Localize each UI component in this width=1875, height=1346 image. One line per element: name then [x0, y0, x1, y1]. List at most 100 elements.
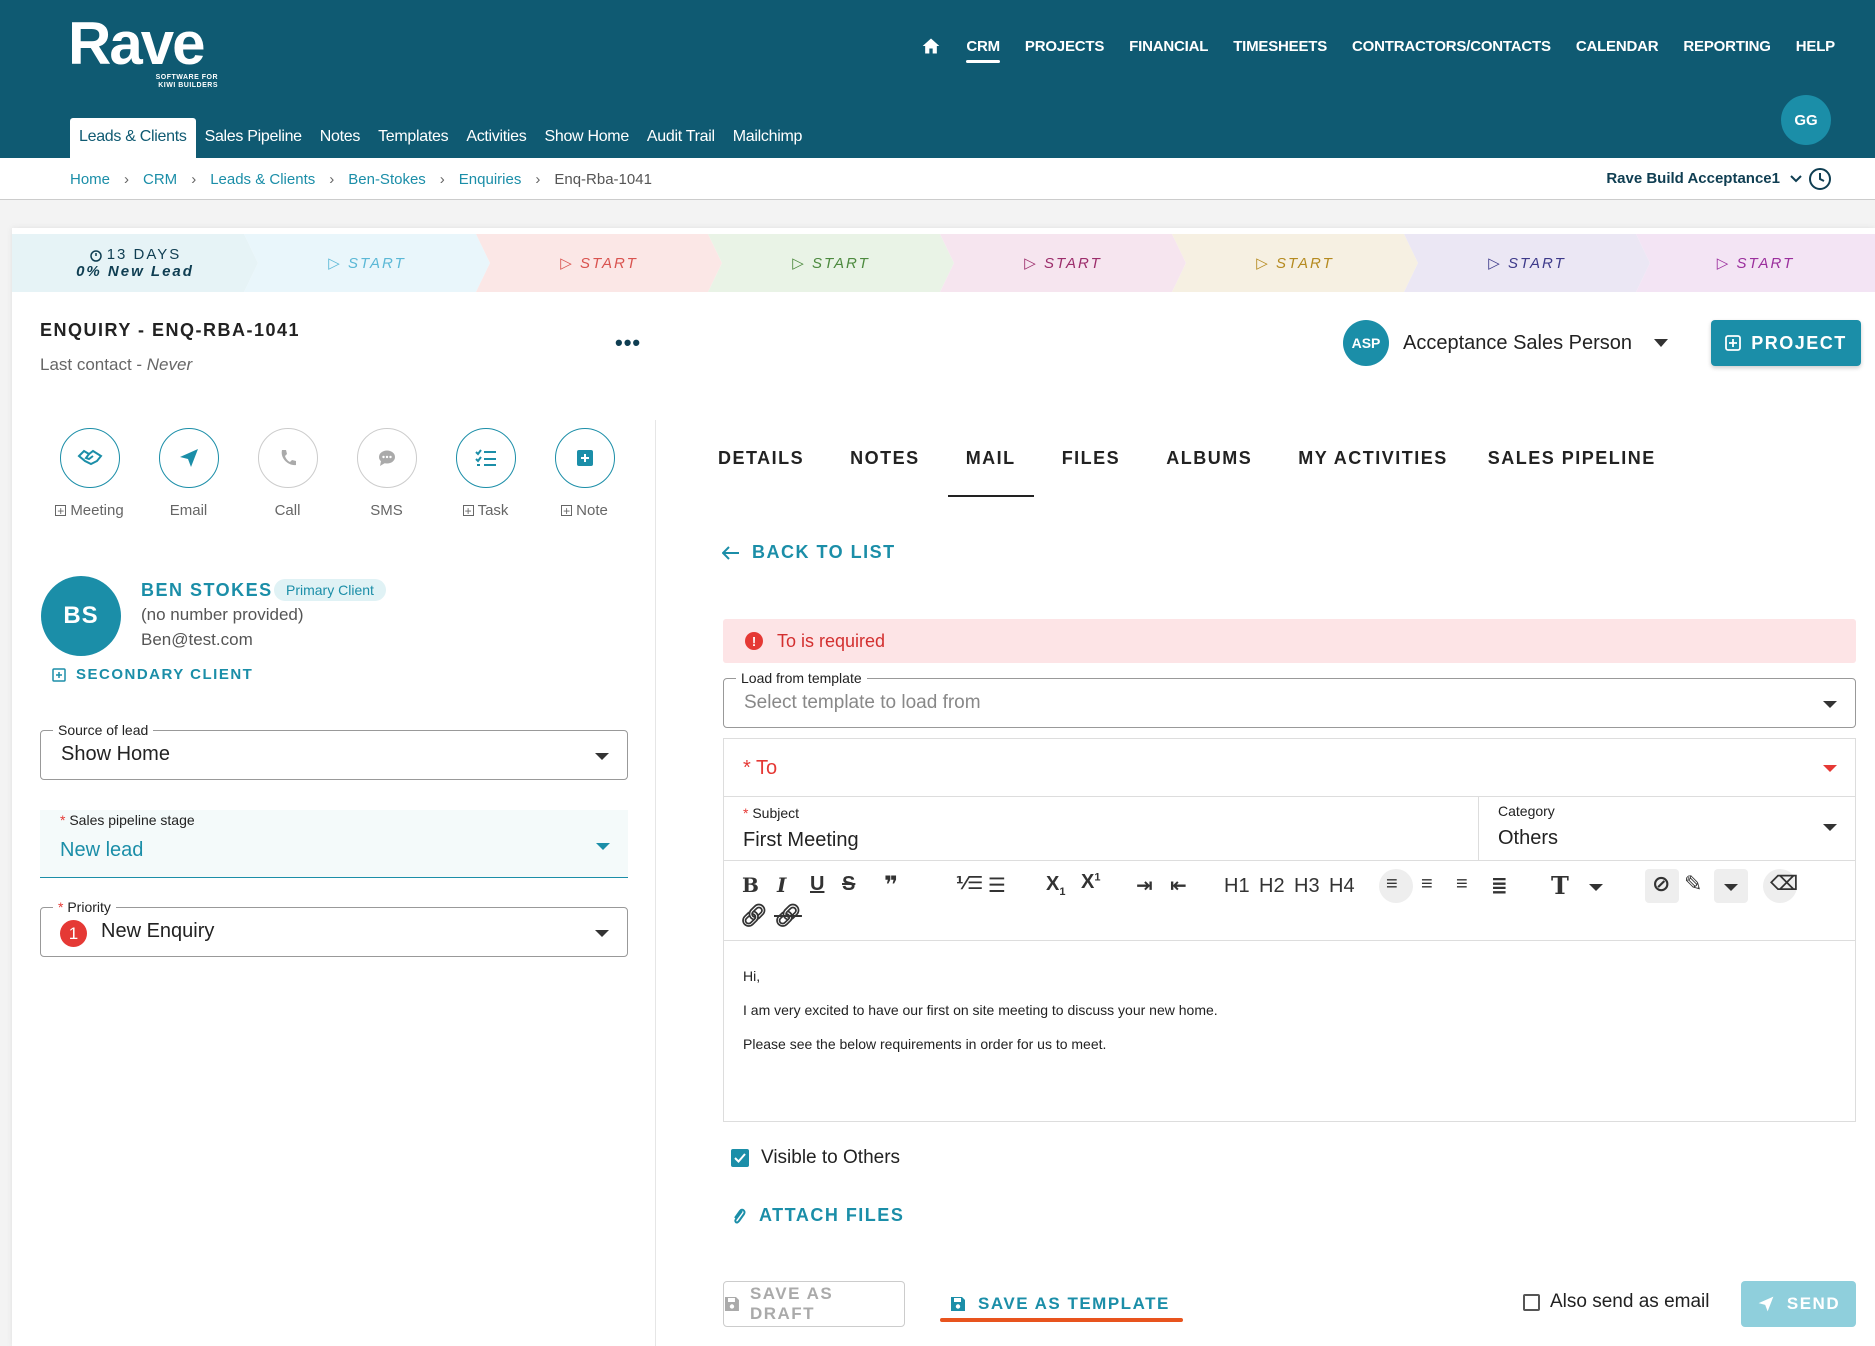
sales-pipeline-stage-select[interactable]: * Sales pipeline stage New lead: [40, 810, 628, 878]
stage-3[interactable]: ▷ START: [476, 234, 722, 292]
breadcrumb-client[interactable]: Ben-Stokes: [348, 171, 426, 188]
underline-icon[interactable]: U: [810, 873, 824, 896]
stage-5[interactable]: ▷ START: [940, 234, 1186, 292]
no-color-icon[interactable]: ⊘: [1652, 871, 1670, 897]
subject-field[interactable]: * Subject First Meeting: [724, 797, 1479, 861]
priority-select[interactable]: * Priority 1 New Enquiry: [40, 899, 628, 957]
stage-8[interactable]: ▷ START: [1636, 234, 1875, 292]
bold-icon[interactable]: B: [742, 873, 759, 897]
also-send-email-checkbox[interactable]: Also send as email: [1523, 1291, 1709, 1313]
tab-files[interactable]: FILES: [1062, 448, 1121, 469]
stage-2-label: START: [347, 254, 406, 272]
subnav-show-home[interactable]: Show Home: [535, 118, 637, 158]
client-name[interactable]: BEN STOKES: [141, 580, 273, 601]
eraser-icon[interactable]: ⌫: [1770, 871, 1798, 896]
subscript-icon[interactable]: X1: [1046, 873, 1065, 898]
stage-2[interactable]: ▷ START: [244, 234, 490, 292]
nav-help[interactable]: HELP: [1796, 38, 1835, 55]
stage-7[interactable]: ▷ START: [1404, 234, 1650, 292]
italic-icon[interactable]: I: [777, 873, 786, 897]
subnav-leads-clients[interactable]: Leads & Clients: [70, 118, 196, 158]
unlink-icon[interactable]: 🔗︎: [774, 903, 802, 929]
align-right-icon[interactable]: ≡: [1456, 873, 1468, 896]
add-secondary-client-button[interactable]: SECONDARY CLIENT: [52, 666, 253, 683]
email-body[interactable]: Hi, I am very excited to have our first …: [743, 959, 1218, 1061]
stage-current[interactable]: 13 DAYS 0% New Lead: [12, 234, 258, 292]
save-as-draft-button[interactable]: SAVE AS DRAFT: [723, 1281, 905, 1327]
tab-details[interactable]: DETAILS: [718, 448, 804, 469]
link-icon[interactable]: 🔗︎: [740, 903, 768, 929]
back-to-list-button[interactable]: BACK TO LIST: [722, 542, 896, 563]
note-action[interactable]: + Note: [535, 428, 634, 519]
subnav-sales-pipeline[interactable]: Sales Pipeline: [196, 118, 311, 158]
nav-projects[interactable]: PROJECTS: [1025, 38, 1104, 55]
ordered-list-icon[interactable]: ⅟☰: [956, 873, 983, 894]
subnav-mailchimp[interactable]: Mailchimp: [724, 118, 811, 158]
breadcrumb-leads-clients[interactable]: Leads & Clients: [210, 171, 315, 188]
attach-files-button[interactable]: ATTACH FILES: [731, 1205, 904, 1226]
tab-notes[interactable]: NOTES: [850, 448, 920, 469]
home-icon[interactable]: [921, 36, 941, 56]
task-action[interactable]: + Task: [436, 428, 535, 519]
send-button[interactable]: SEND: [1741, 1281, 1856, 1327]
subnav-activities[interactable]: Activities: [457, 118, 535, 158]
to-field[interactable]: * To: [724, 739, 1855, 797]
nav-calendar[interactable]: CALENDAR: [1576, 38, 1659, 55]
source-of-lead-value: Show Home: [61, 743, 170, 765]
tab-sales-pipeline[interactable]: SALES PIPELINE: [1488, 448, 1656, 469]
call-label: Call: [274, 502, 301, 519]
rave-logo[interactable]: Rave SOFTWARE FOR KIWI BUILDERS: [68, 14, 218, 90]
user-avatar[interactable]: GG: [1781, 95, 1831, 145]
subnav-audit-trail[interactable]: Audit Trail: [638, 118, 724, 158]
tab-mail[interactable]: MAIL: [947, 448, 1034, 497]
subnav-templates[interactable]: Templates: [369, 118, 457, 158]
heading-3-button[interactable]: H3: [1294, 875, 1320, 898]
tab-albums[interactable]: ALBUMS: [1166, 448, 1252, 469]
indent-icon[interactable]: ⇥: [1136, 873, 1153, 898]
nav-reporting[interactable]: REPORTING: [1683, 38, 1771, 55]
heading-4-button[interactable]: H4: [1329, 875, 1355, 898]
sms-label: SMS: [370, 502, 403, 519]
stage-6[interactable]: ▷ START: [1172, 234, 1418, 292]
outdent-icon[interactable]: ⇤: [1170, 873, 1187, 898]
nav-crm[interactable]: CRM: [966, 38, 1000, 63]
strikethrough-icon[interactable]: S: [842, 873, 855, 896]
visible-to-others-checkbox[interactable]: Visible to Others: [731, 1147, 900, 1169]
caret-down-icon: [1823, 765, 1837, 772]
more-options-icon[interactable]: •••: [615, 330, 641, 356]
align-left-icon[interactable]: ≡: [1386, 873, 1398, 896]
category-select[interactable]: Category Others: [1479, 797, 1855, 861]
nav-financial[interactable]: FINANCIAL: [1129, 38, 1208, 55]
breadcrumb-crm[interactable]: CRM: [143, 171, 177, 188]
bullet-list-icon[interactable]: ☰: [988, 873, 1006, 898]
stage-4[interactable]: ▷ START: [708, 234, 954, 292]
account-selector[interactable]: Rave Build Acceptance1: [1606, 170, 1802, 187]
clock-icon[interactable]: [1807, 166, 1833, 192]
template-select[interactable]: Load from template Select template to lo…: [723, 670, 1856, 728]
sms-action[interactable]: SMS: [337, 428, 436, 519]
meeting-action[interactable]: + Meeting: [40, 428, 139, 519]
sales-person-selector[interactable]: ASP Acceptance Sales Person: [1343, 320, 1669, 366]
breadcrumb-enquiries[interactable]: Enquiries: [459, 171, 522, 188]
subnav-notes[interactable]: Notes: [311, 118, 369, 158]
nav-contractors-contacts[interactable]: CONTRACTORS/CONTACTS: [1352, 38, 1551, 55]
sales-pipeline-stage-label-text: Sales pipeline stage: [69, 812, 195, 828]
highlighter-icon[interactable]: ✎: [1684, 871, 1702, 897]
quote-icon[interactable]: ❞: [884, 871, 898, 900]
nav-timesheets[interactable]: TIMESHEETS: [1233, 38, 1327, 55]
heading-2-button[interactable]: H2: [1259, 875, 1285, 898]
tab-my-activities[interactable]: MY ACTIVITIES: [1298, 448, 1448, 469]
chat-bubble-icon: [356, 428, 417, 488]
call-action[interactable]: Call: [238, 428, 337, 519]
superscript-icon[interactable]: X1: [1081, 871, 1100, 894]
project-button[interactable]: PROJECT: [1711, 320, 1861, 366]
align-center-icon[interactable]: ≡: [1421, 873, 1433, 896]
source-of-lead-select[interactable]: Source of lead Show Home: [40, 722, 628, 780]
caret-down-icon[interactable]: [1589, 884, 1603, 891]
font-size-icon[interactable]: T: [1551, 871, 1569, 900]
justify-icon[interactable]: ≣: [1491, 873, 1508, 898]
add-note-icon: [554, 428, 615, 488]
email-action[interactable]: Email: [139, 428, 238, 519]
breadcrumb-home[interactable]: Home: [70, 171, 110, 188]
heading-1-button[interactable]: H1: [1224, 875, 1250, 898]
